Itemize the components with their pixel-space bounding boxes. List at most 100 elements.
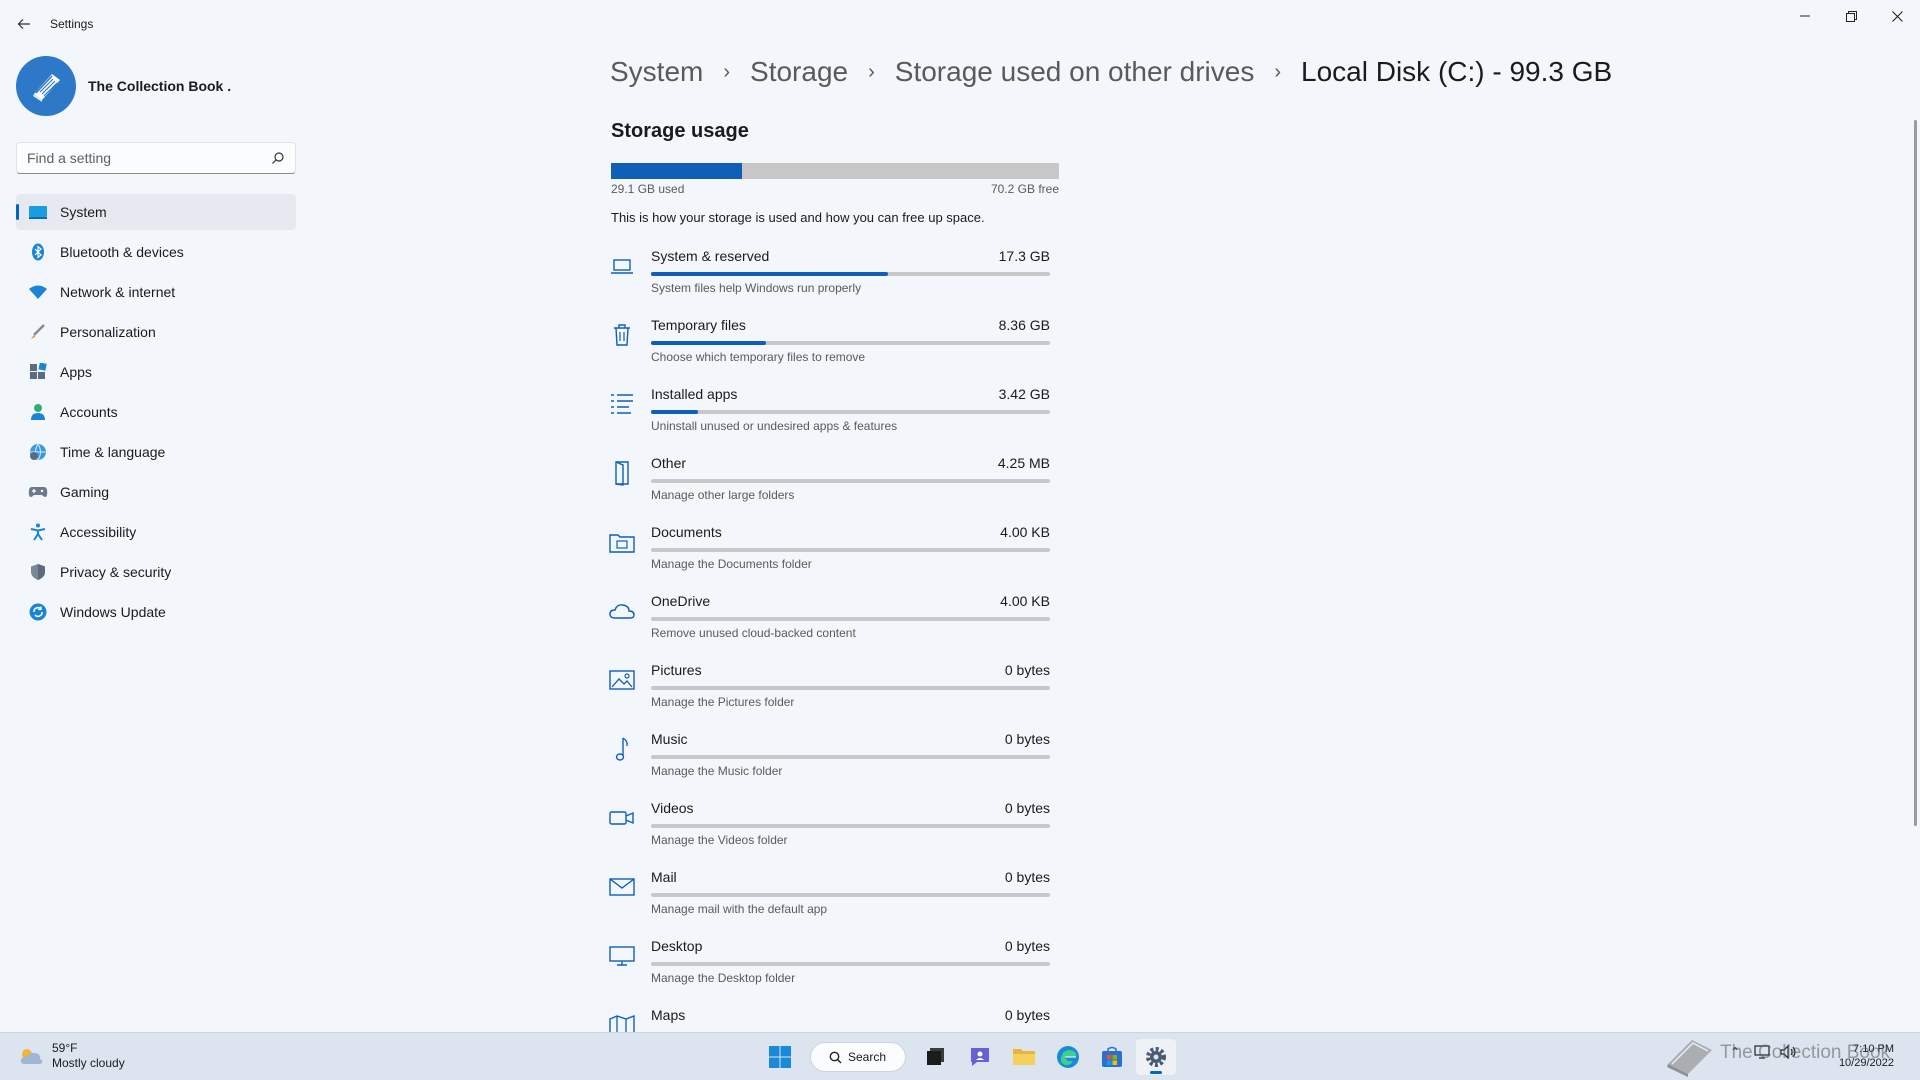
sidebar-item-system[interactable]: System: [16, 194, 296, 230]
sidebar-item-label: Accounts: [60, 404, 118, 420]
category-documents[interactable]: Documents 4.00 KB Manage the Documents f…: [608, 516, 1060, 585]
chevron-right-icon: ›: [1274, 60, 1282, 83]
category-name: Documents: [651, 524, 722, 540]
sidebar-item-accounts[interactable]: Accounts: [16, 394, 296, 430]
settings-search[interactable]: [16, 142, 296, 174]
chevron-right-icon: ›: [868, 60, 875, 83]
category-size: 0 bytes: [1004, 731, 1050, 747]
category-size: 0 bytes: [1004, 938, 1050, 954]
sidebar-item-apps[interactable]: Apps: [16, 354, 296, 390]
category-name: Mail: [651, 869, 677, 885]
door-icon: [608, 459, 636, 487]
avatar: [16, 56, 76, 116]
category-maps[interactable]: Maps 0 bytes: [608, 999, 1060, 1035]
category-system-reserved[interactable]: System & reserved 17.3 GB System files h…: [608, 240, 1060, 309]
chat-icon: [971, 1048, 989, 1066]
category-bar: [651, 824, 1050, 828]
category-size: 4.00 KB: [1000, 524, 1050, 540]
category-mail[interactable]: Mail 0 bytes Manage mail with the defaul…: [608, 861, 1060, 930]
sidebar-item-label: Accessibility: [60, 524, 137, 540]
category-name: Maps: [651, 1007, 686, 1023]
category-description: Manage the Music folder: [651, 764, 783, 778]
category-bar: [651, 755, 1050, 759]
category-bar-fill: [651, 341, 766, 345]
weather-temp: 59°F: [52, 1041, 78, 1055]
mail-icon: [608, 873, 636, 901]
category-bar: [651, 962, 1050, 966]
category-temporary-files[interactable]: Temporary files 8.36 GB Choose which tem…: [608, 309, 1060, 378]
edge-button[interactable]: [1048, 1039, 1088, 1075]
category-pictures[interactable]: Pictures 0 bytes Manage the Pictures fol…: [608, 654, 1060, 723]
search-input[interactable]: [17, 143, 257, 173]
storage-description: This is how your storage is used and how…: [611, 210, 985, 225]
store-button[interactable]: [1092, 1039, 1132, 1075]
category-bar: [651, 410, 1050, 414]
restore-button[interactable]: [1828, 0, 1874, 32]
back-button[interactable]: [10, 10, 38, 38]
sidebar-item-accessibility[interactable]: Accessibility: [16, 514, 296, 550]
category-desktop[interactable]: Desktop 0 bytes Manage the Desktop folde…: [608, 930, 1060, 999]
category-size: 0 bytes: [1004, 800, 1050, 816]
sidebar-item-personalization[interactable]: Personalization: [16, 314, 296, 350]
sidebar-item-gaming[interactable]: Gaming: [16, 474, 296, 510]
sidebar-item-label: Network & internet: [60, 284, 176, 300]
sidebar-item-time-language[interactable]: Time & language: [16, 434, 296, 470]
back-arrow-icon: [17, 19, 30, 29]
cloud-icon: [608, 597, 636, 625]
sidebar-item-bluetooth[interactable]: Bluetooth & devices: [16, 234, 296, 270]
picture-icon: [608, 666, 636, 694]
list-icon: [608, 390, 636, 418]
category-description: System files help Windows run properly: [651, 281, 862, 295]
category-videos[interactable]: Videos 0 bytes Manage the Videos folder: [608, 792, 1060, 861]
category-name: Music: [651, 731, 688, 747]
book-watermark-icon: [1667, 1040, 1712, 1077]
task-view-button[interactable]: [916, 1039, 956, 1075]
sidebar-item-network[interactable]: Network & internet: [16, 274, 296, 310]
profile-card[interactable]: The Collection Book .: [16, 56, 231, 116]
chat-button[interactable]: [960, 1039, 1000, 1075]
storage-usage-fill: [611, 163, 743, 179]
search-icon: [829, 1051, 842, 1063]
brush-icon: [28, 322, 48, 342]
breadcrumb-storage[interactable]: Storage: [750, 56, 848, 88]
restore-icon: [1845, 10, 1857, 22]
category-size: 4.25 MB: [997, 455, 1050, 471]
sidebar-item-label: System: [60, 204, 107, 220]
breadcrumb-other-drives[interactable]: Storage used on other drives: [895, 56, 1255, 88]
taskbar-search[interactable]: Search: [810, 1042, 906, 1072]
category-onedrive[interactable]: OneDrive 4.00 KB Remove unused cloud-bac…: [608, 585, 1060, 654]
scrollbar[interactable]: [1914, 120, 1917, 826]
category-music[interactable]: Music 0 bytes Manage the Music folder: [608, 723, 1060, 792]
close-button[interactable]: [1874, 0, 1920, 32]
folder-icon: [1013, 1049, 1035, 1065]
video-icon: [608, 804, 636, 832]
start-button[interactable]: [760, 1039, 800, 1075]
sidebar-item-label: Gaming: [60, 484, 110, 500]
file-explorer-button[interactable]: [1004, 1039, 1044, 1075]
minimize-button[interactable]: [1782, 0, 1828, 32]
sidebar-item-label: Personalization: [60, 324, 156, 340]
sidebar-item-privacy[interactable]: Privacy & security: [16, 554, 296, 590]
category-description: Manage the Documents folder: [651, 557, 812, 571]
category-size: 0 bytes: [1004, 869, 1050, 885]
category-description: Manage mail with the default app: [651, 902, 828, 916]
category-size: 8.36 GB: [998, 317, 1050, 333]
breadcrumb-system[interactable]: System: [610, 56, 703, 88]
music-icon: [608, 735, 636, 763]
category-bar-fill: [651, 272, 889, 276]
monitor-icon: [608, 942, 636, 970]
sidebar-nav: System Bluetooth & devices Network & int…: [16, 194, 296, 634]
category-installed-apps[interactable]: Installed apps 3.42 GB Uninstall unused …: [608, 378, 1060, 447]
weather-widget[interactable]: 59°F Mostly cloudy: [18, 1041, 125, 1071]
laptop-icon: [608, 252, 636, 280]
settings-taskbar-button[interactable]: [1136, 1039, 1176, 1075]
category-other[interactable]: Other 4.25 MB Manage other large folders: [608, 447, 1060, 516]
category-name: Pictures: [651, 662, 702, 678]
category-bar: [651, 341, 1050, 345]
update-icon: [28, 602, 48, 622]
storage-usage-bar: [611, 163, 1059, 179]
category-bar: [651, 272, 1050, 276]
taskbar: 59°F Mostly cloudy Search ⌃ 7:10 PM 10/2…: [0, 1032, 1920, 1080]
sidebar-item-windows-update[interactable]: Windows Update: [16, 594, 296, 630]
apps-icon: [28, 362, 48, 382]
